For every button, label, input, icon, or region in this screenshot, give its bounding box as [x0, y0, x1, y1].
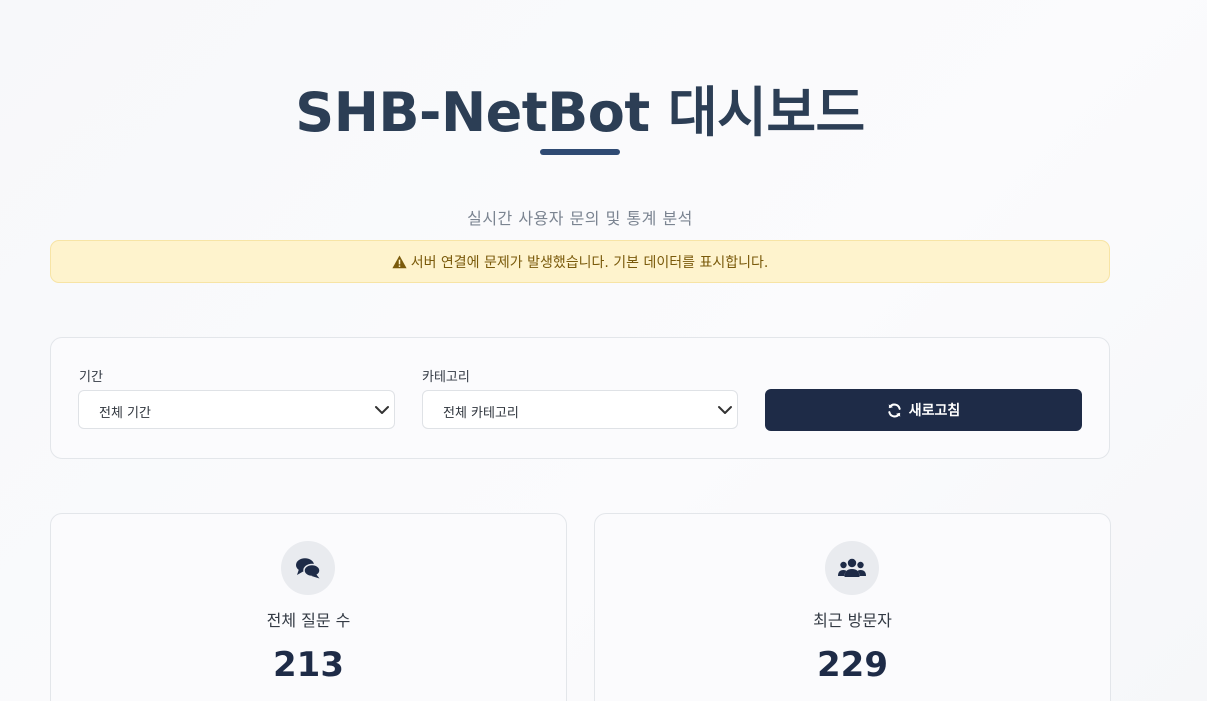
stat-value: 229 [817, 645, 888, 685]
category-select[interactable]: 전체 카테고리 [422, 390, 738, 429]
period-select-value: 전체 기간 [99, 406, 151, 421]
warning-alert: 서버 연결에 문제가 발생했습니다. 기본 데이터를 표시합니다. [50, 240, 1110, 283]
category-select-value: 전체 카테고리 [443, 406, 519, 421]
stat-label: 최근 방문자 [813, 611, 892, 630]
period-select[interactable]: 전체 기간 [78, 390, 395, 429]
users-icon [838, 558, 866, 577]
sync-icon [888, 403, 901, 417]
page-subtitle: 실시간 사용자 문의 및 통계 분석 [467, 209, 693, 228]
period-label: 기간 [79, 370, 103, 385]
stat-label: 전체 질문 수 [266, 611, 351, 630]
title-underline [540, 149, 620, 155]
stat-card-total-questions: 전체 질문 수 213 [50, 513, 567, 701]
category-label: 카테고리 [422, 370, 470, 385]
warning-triangle-icon [392, 254, 407, 268]
stat-icon-wrap [825, 541, 879, 595]
dashboard-page: SHB-NetBot 대시보드 실시간 사용자 문의 및 통계 분석 서버 연결… [0, 0, 1207, 701]
stat-icon-wrap [281, 541, 335, 595]
chevron-down-icon [718, 406, 732, 414]
refresh-button-label: 새로고침 [908, 403, 961, 419]
stat-value: 213 [273, 645, 344, 685]
refresh-button[interactable]: 새로고침 [765, 389, 1082, 431]
comments-icon [296, 558, 321, 579]
chevron-down-icon [375, 406, 389, 414]
stat-card-recent-visitors: 최근 방문자 229 [594, 513, 1111, 701]
filter-panel: 기간 전체 기간 카테고리 전체 카테고리 새로고침 [50, 337, 1110, 459]
page-title: SHB-NetBot 대시보드 [295, 81, 865, 144]
alert-message: 서버 연결에 문제가 발생했습니다. 기본 데이터를 표시합니다. [410, 254, 769, 271]
